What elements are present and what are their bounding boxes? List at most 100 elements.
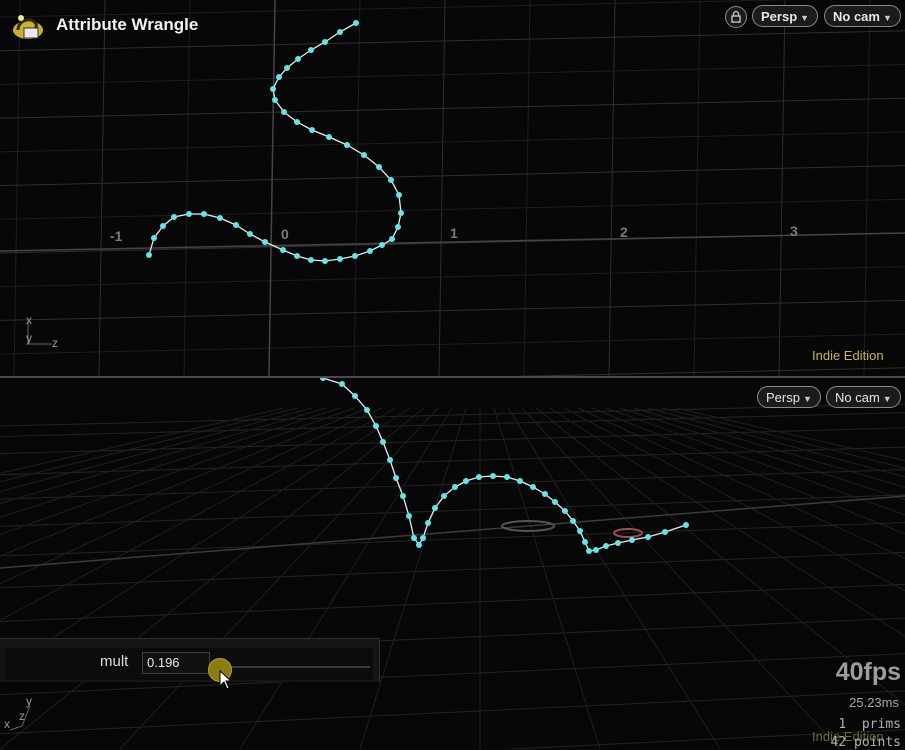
persp-dropdown-label: Persp [766, 390, 800, 405]
gnomon-y-label: y [26, 331, 32, 345]
grid-label: 1 [450, 225, 458, 241]
caret-down-icon: ▼ [882, 13, 892, 23]
curve-point [396, 192, 402, 198]
curve-point [406, 513, 412, 519]
camera-dropdown-bottom[interactable]: No cam ▼ [826, 386, 901, 408]
curve-point [387, 457, 393, 463]
curve-point [395, 224, 401, 230]
curve-point [284, 65, 290, 71]
lock-icon [731, 10, 741, 23]
curve-point [504, 474, 510, 480]
curve-point [308, 257, 314, 263]
curve-point [322, 258, 328, 264]
curve-point [339, 381, 345, 387]
gnomon-y-label: y [26, 694, 32, 708]
curve-point [308, 47, 314, 53]
curve-point [309, 127, 315, 133]
curve-point [233, 222, 239, 228]
curve-point [151, 235, 157, 241]
curve-point [201, 211, 207, 217]
persp-dropdown-bottom[interactable]: Persp ▼ [757, 386, 821, 408]
curve-point [517, 478, 523, 484]
parameter-row: mult 0.196 [5, 648, 373, 680]
curve-point [570, 518, 576, 524]
curve-point [337, 29, 343, 35]
prims-count: 1 prims [838, 717, 901, 732]
caret-down-icon: ▼ [882, 394, 892, 404]
curve-point [280, 247, 286, 253]
curve-point [379, 242, 385, 248]
gnomon-z-label: z [52, 336, 58, 350]
curve-point [376, 164, 382, 170]
curve-point [322, 39, 328, 45]
curve-point [425, 520, 431, 526]
fps-readout: 40fps [835, 658, 901, 686]
curve-point [344, 142, 350, 148]
lock-button[interactable] [725, 6, 747, 28]
curve-point [262, 239, 268, 245]
curve-point [373, 423, 379, 429]
caret-down-icon: ▼ [800, 13, 810, 23]
curve-point [247, 231, 253, 237]
curve-point [411, 535, 417, 541]
curve-point [582, 539, 588, 545]
curve-point [337, 256, 343, 262]
curve-point [393, 475, 399, 481]
curve-point [593, 547, 599, 553]
curve-point [615, 540, 621, 546]
camera-dropdown-label: No cam [835, 390, 880, 405]
bottom-viewport-scene[interactable] [0, 378, 905, 749]
gnomon-z-label: z [19, 709, 25, 723]
curve-point [416, 542, 422, 548]
curve-point [398, 210, 404, 216]
curve-point [380, 439, 386, 445]
curve-point [352, 393, 358, 399]
bottom-viewport[interactable]: Persp ▼ No cam ▼ y z x Indie Edition [0, 378, 905, 749]
curve-point [432, 505, 438, 511]
curve-point [320, 378, 326, 381]
curve-point [217, 215, 223, 221]
curve-point [270, 86, 276, 92]
mult-slider-track[interactable] [210, 666, 370, 668]
mult-value-field[interactable]: 0.196 [142, 652, 210, 674]
curve-point [603, 543, 609, 549]
curve-point [586, 548, 592, 554]
top-viewport-scene[interactable] [0, 0, 905, 376]
mouse-cursor-icon [219, 670, 233, 690]
curve-point [629, 537, 635, 543]
curve-point [389, 236, 395, 242]
grid-label: 2 [620, 224, 628, 240]
curve-point [490, 473, 496, 479]
gnomon-x-label: x [26, 313, 32, 327]
curve-point [364, 407, 370, 413]
curve-point [276, 74, 282, 80]
grid-label: -1 [110, 228, 123, 244]
curve-point [476, 474, 482, 480]
persp-dropdown-label: Persp [761, 9, 798, 24]
curve-point [530, 484, 536, 490]
curve-point [662, 529, 668, 535]
curve-point [542, 491, 548, 497]
grid-label: 0 [281, 226, 289, 242]
curve-point [353, 20, 359, 26]
camera-dropdown-label: No cam [833, 9, 880, 24]
curve-point [367, 248, 373, 254]
top-grid [0, 0, 905, 376]
page-title: Attribute Wrangle [56, 15, 199, 34]
top-viewport[interactable]: Attribute Wrangle Persp ▼ No cam ▼ -1 0 1 … [0, 0, 905, 376]
curve-point [281, 109, 287, 115]
curve-point [146, 252, 152, 258]
curve-point [552, 499, 558, 505]
curve-point [400, 493, 406, 499]
curve-point [272, 97, 278, 103]
curve-point [352, 253, 358, 259]
curve-point [645, 534, 651, 540]
parameter-panel: mult 0.196 [0, 638, 380, 682]
persp-dropdown-top[interactable]: Persp ▼ [752, 5, 819, 27]
grid-label: 3 [790, 223, 798, 239]
camera-dropdown-top[interactable]: No cam ▼ [824, 5, 901, 27]
param-label: mult [100, 653, 129, 670]
curve-point [294, 119, 300, 125]
curve-point [295, 56, 301, 62]
curve-point [388, 177, 394, 183]
